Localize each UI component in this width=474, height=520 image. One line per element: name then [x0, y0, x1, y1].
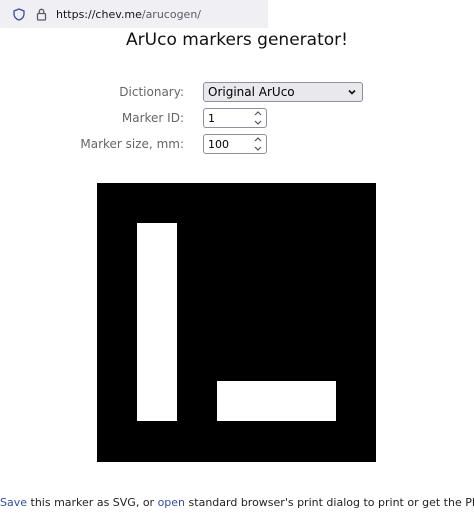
marker-size-row: Marker size, mm: 100 — [0, 134, 474, 156]
footer-text: Save this marker as SVG, or open standar… — [0, 496, 474, 509]
marker-size-spinner[interactable] — [253, 137, 263, 151]
marker-size-label: Marker size, mm: — [80, 137, 184, 151]
footer-text-part1: this marker as SVG, or — [27, 496, 158, 509]
spin-down-icon[interactable] — [254, 146, 262, 151]
marker-id-row: Marker ID: 1 — [0, 108, 474, 130]
dictionary-row: Dictionary: Original ArUco — [0, 82, 474, 104]
dictionary-select[interactable]: Original ArUco — [203, 82, 363, 102]
marker-id-input[interactable]: 1 — [203, 108, 267, 128]
marker-white-bar-horizontal — [217, 381, 336, 421]
dictionary-selected-value: Original ArUco — [208, 85, 295, 99]
footer-text-part2: standard browser's print dialog to print… — [185, 496, 474, 509]
marker-id-value: 1 — [208, 112, 215, 125]
lock-icon[interactable] — [34, 7, 48, 21]
chevron-down-icon — [347, 86, 357, 100]
spin-down-icon[interactable] — [254, 120, 262, 125]
dictionary-label: Dictionary: — [119, 85, 184, 99]
marker-id-spinner[interactable] — [253, 111, 263, 125]
spin-up-icon[interactable] — [254, 111, 262, 116]
marker-size-input[interactable]: 100 — [203, 134, 267, 154]
spin-up-icon[interactable] — [254, 137, 262, 142]
save-link[interactable]: Save — [0, 496, 27, 509]
marker-white-bar-vertical — [137, 223, 177, 421]
open-link[interactable]: open — [158, 496, 185, 509]
marker-id-label: Marker ID: — [121, 111, 184, 125]
page-title: ArUco markers generator! — [126, 30, 348, 50]
shield-icon[interactable] — [12, 7, 26, 21]
marker-size-value: 100 — [208, 138, 229, 151]
url-text[interactable]: https://chev.me/arucogen/ — [56, 8, 201, 21]
aruco-marker — [97, 183, 376, 462]
address-bar[interactable]: https://chev.me/arucogen/ — [0, 0, 268, 28]
